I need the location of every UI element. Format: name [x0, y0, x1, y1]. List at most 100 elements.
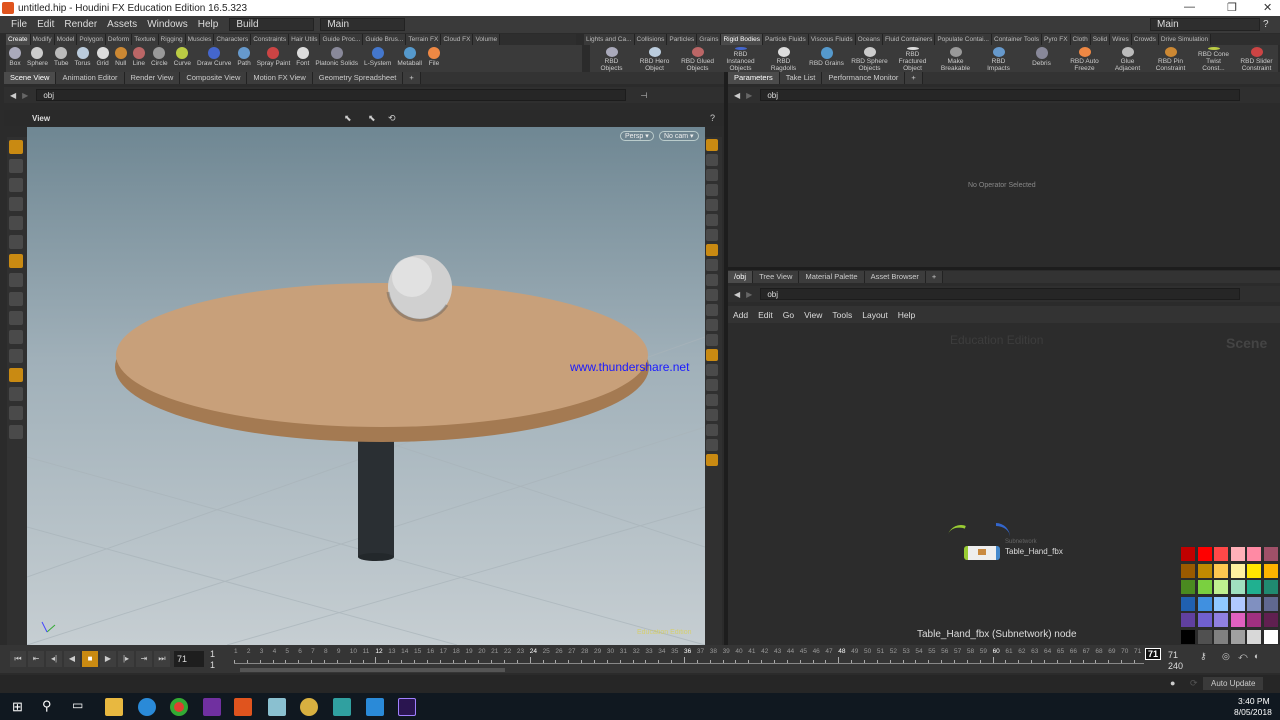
display-option-icon-17[interactable]	[706, 394, 718, 406]
shelf-tab-model[interactable]: Model	[54, 34, 78, 45]
shelf-tab-guide-brus[interactable]: Guide Brus...	[363, 34, 407, 45]
current-frame-marker[interactable]: 71	[1145, 648, 1162, 660]
shelf-tool-spray-paint[interactable]: Spray Paint	[254, 45, 294, 72]
pin-icon[interactable]: ⊣	[640, 91, 647, 100]
shelf-tab-wires[interactable]: Wires	[1110, 34, 1132, 45]
display-option-icon-3[interactable]	[706, 184, 718, 196]
realtime-icon[interactable]: ◎	[1222, 651, 1230, 662]
tool-icon-5[interactable]	[9, 235, 23, 249]
display-option-icon-19[interactable]	[706, 424, 718, 436]
help-icon[interactable]: ?	[1263, 19, 1269, 30]
tool-icon-3[interactable]	[9, 197, 23, 211]
shelf-tool-sphere[interactable]: Sphere	[24, 45, 51, 72]
color-swatch[interactable]	[1229, 579, 1246, 595]
color-swatch[interactable]	[1196, 612, 1213, 628]
display-option-icon-15[interactable]	[706, 364, 718, 376]
tab-geometry-spreadsheet[interactable]: Geometry Spreadsheet	[312, 72, 404, 84]
shelf-tab-lights-and-ca[interactable]: Lights and Ca...	[584, 34, 635, 45]
display-option-icon-0[interactable]	[706, 139, 718, 151]
tab-tree-view[interactable]: Tree View	[753, 271, 800, 283]
forward-arrow-icon[interactable]: ▶	[746, 91, 752, 100]
play-reverse-button[interactable]: ◀	[64, 651, 80, 667]
shelf-tab-container-tools[interactable]: Container Tools	[992, 34, 1043, 45]
tab-motion-fx-view[interactable]: Motion FX View	[247, 72, 313, 84]
add-tab-icon[interactable]: +	[905, 72, 923, 84]
color-swatch[interactable]	[1229, 595, 1246, 612]
color-swatch[interactable]	[1246, 579, 1262, 595]
shelf-tab-modify[interactable]: Modify	[30, 34, 55, 45]
color-swatch[interactable]	[1213, 546, 1229, 562]
color-swatch[interactable]	[1262, 595, 1279, 612]
color-swatch[interactable]	[1213, 628, 1229, 645]
tab-asset-browser[interactable]: Asset Browser	[864, 271, 926, 283]
shelf-tab-rigging[interactable]: Rigging	[158, 34, 186, 45]
tool-icon-6[interactable]	[9, 254, 23, 268]
nuke-icon[interactable]	[300, 698, 318, 716]
handle-tool-icon[interactable]: ⬉	[368, 113, 376, 124]
tool-icon-11[interactable]	[9, 349, 23, 363]
tab-material-palette[interactable]: Material Palette	[799, 271, 865, 283]
display-option-icon-11[interactable]	[706, 304, 718, 316]
back-arrow-icon[interactable]: ◀	[734, 91, 740, 100]
houdini-taskbar-icon[interactable]	[234, 698, 252, 716]
shelf-tab-viscous-fluids[interactable]: Viscous Fluids	[808, 34, 856, 45]
select-tool-icon[interactable]: ⬉	[344, 113, 352, 124]
tool-icon-1[interactable]	[9, 159, 23, 173]
color-swatch[interactable]	[1196, 579, 1213, 595]
shelf-tool-circle[interactable]: Circle	[148, 45, 171, 72]
display-option-icon-5[interactable]	[706, 214, 718, 226]
network-menu-help[interactable]: Help	[893, 310, 920, 320]
color-swatch[interactable]	[1262, 546, 1279, 562]
display-option-icon-9[interactable]	[706, 274, 718, 286]
end-frame-field[interactable]: 71	[1168, 650, 1178, 660]
tool-icon-14[interactable]	[9, 406, 23, 420]
display-option-icon-6[interactable]	[706, 229, 718, 241]
color-swatch[interactable]	[1196, 546, 1213, 562]
search-icon[interactable]: ⚲	[42, 698, 52, 714]
snapshot-icon[interactable]: ⟲	[388, 113, 396, 124]
tool-icon-4[interactable]	[9, 216, 23, 230]
shelf-tab-volume[interactable]: Volume	[473, 34, 501, 45]
network-menu-view[interactable]: View	[799, 310, 827, 320]
display-option-icon-1[interactable]	[706, 154, 718, 166]
add-tab-icon[interactable]: +	[925, 271, 944, 283]
shelf-tab-hair-utils[interactable]: Hair Utils	[289, 34, 321, 45]
playback-start-field[interactable]: 1	[210, 660, 215, 670]
color-swatch[interactable]	[1196, 628, 1213, 645]
display-option-icon-7[interactable]	[706, 244, 718, 256]
tab-scene-view[interactable]: Scene View	[4, 72, 57, 84]
start-frame-field[interactable]: 1	[210, 649, 215, 659]
zoom-icon[interactable]	[366, 698, 384, 716]
shelf-tab-polygon[interactable]: Polygon	[77, 34, 106, 45]
forward-arrow-icon[interactable]: ▶	[746, 290, 752, 299]
menu-windows[interactable]: Windows	[142, 19, 193, 30]
shelf-tool-rbd-instanced-objects[interactable]: RBD Instanced Objects	[719, 45, 762, 72]
tab-take-list[interactable]: Take List	[779, 72, 823, 84]
shelf-tab-oceans[interactable]: Oceans	[855, 34, 883, 45]
shelf-tab-particles[interactable]: Particles	[667, 34, 698, 45]
step-back-button[interactable]: ◂|	[46, 651, 62, 667]
shelf-tool-tube[interactable]: Tube	[51, 45, 72, 72]
prev-key-button[interactable]: ⇤	[28, 651, 44, 667]
color-swatch[interactable]	[1180, 595, 1196, 612]
refresh-icon[interactable]: ⟳	[1190, 678, 1198, 689]
main-selector[interactable]: Main	[320, 18, 406, 31]
display-option-icon-2[interactable]	[706, 169, 718, 181]
shelf-tab-guide-proc[interactable]: Guide Proc...	[320, 34, 364, 45]
color-swatch[interactable]	[1180, 562, 1196, 579]
shelf-tool-metaball[interactable]: Metaball	[394, 45, 425, 72]
node-display-icon[interactable]	[996, 523, 1010, 537]
scene-path-field[interactable]: obj	[36, 89, 627, 101]
minimize-button[interactable]: —	[1184, 1, 1195, 13]
network-menu-go[interactable]: Go	[778, 310, 799, 320]
color-swatch[interactable]	[1180, 579, 1196, 595]
color-swatch[interactable]	[1229, 562, 1246, 579]
chrome-icon[interactable]	[170, 698, 188, 716]
perspective-dropdown[interactable]: Persp ▾	[620, 131, 654, 141]
shelf-tab-characters[interactable]: Characters	[214, 34, 252, 45]
tool-icon-13[interactable]	[9, 387, 23, 401]
file-explorer-icon[interactable]	[105, 698, 123, 716]
shelf-tab-particle-fluids[interactable]: Particle Fluids	[762, 34, 809, 45]
color-swatch[interactable]	[1262, 612, 1279, 628]
back-arrow-icon[interactable]: ◀	[10, 91, 16, 100]
